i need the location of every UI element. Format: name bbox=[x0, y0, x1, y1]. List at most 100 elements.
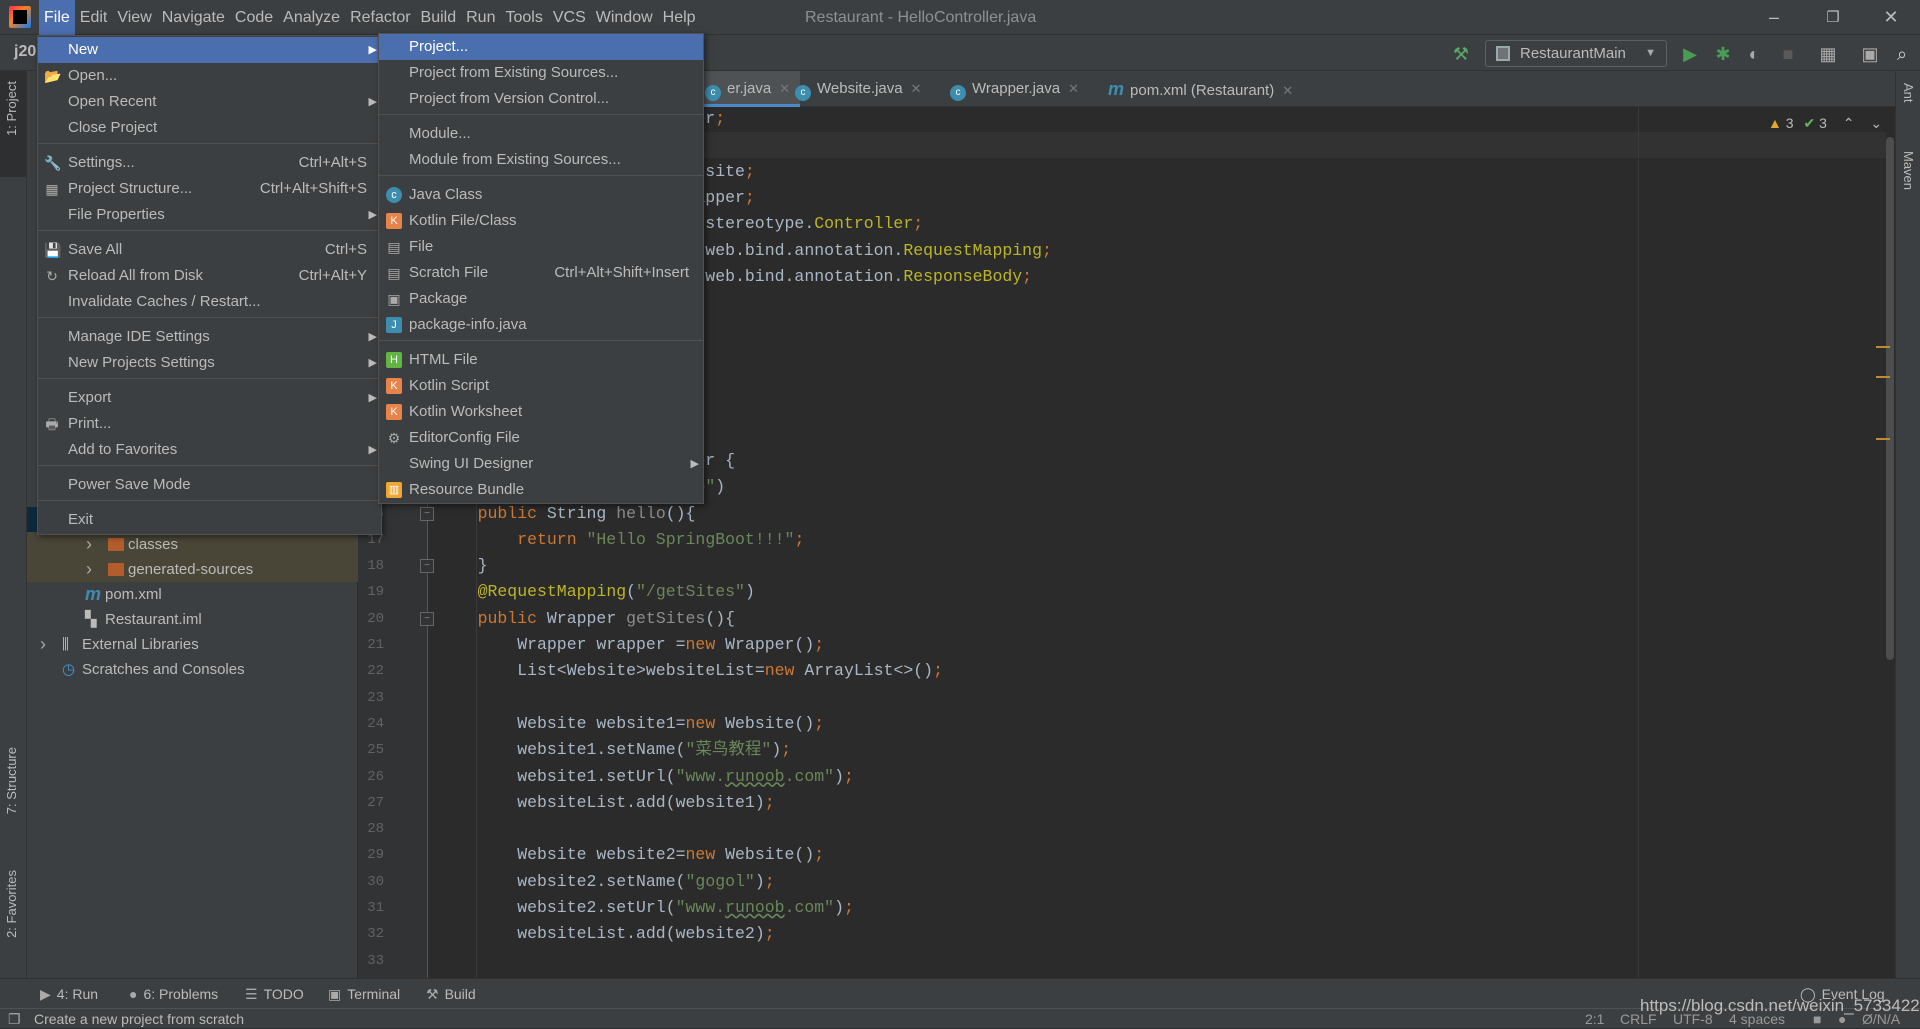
terminal-layout-icon[interactable]: ▣ bbox=[1858, 42, 1882, 66]
fold-close-icon[interactable]: − bbox=[420, 559, 434, 574]
caret-position[interactable]: 2:1 bbox=[1585, 1009, 1604, 1029]
menu-item-new-projects-settings[interactable]: New Projects Settings ▶ bbox=[38, 350, 381, 376]
code-line: web.bind.annotation.RequestMapping; bbox=[705, 238, 1052, 264]
tool-window-todo[interactable]: ☰ TODO bbox=[245, 979, 304, 1009]
menu-item-add-to-favorites[interactable]: Add to Favorites ▶ bbox=[38, 437, 381, 463]
menu-edit[interactable]: Edit bbox=[75, 0, 113, 35]
tree-item[interactable]: › ⫼ External Libraries bbox=[27, 632, 358, 657]
menu-item-scratch-file[interactable]: ▤ Scratch File Ctrl+Alt+Shift+Insert bbox=[379, 260, 703, 286]
tree-item[interactable]: ◷ Scratches and Consoles bbox=[27, 657, 358, 682]
menu-item-invalidate-caches-restart[interactable]: Invalidate Caches / Restart... bbox=[38, 289, 381, 315]
menu-tools[interactable]: Tools bbox=[500, 0, 547, 35]
coverage-icon[interactable]: ◐ bbox=[1742, 42, 1766, 66]
menu-item-project[interactable]: Project... bbox=[379, 34, 703, 60]
minimize-button[interactable]: – bbox=[1751, 0, 1797, 35]
restore-button[interactable]: ❐ bbox=[1810, 0, 1856, 35]
chevron-right-icon[interactable]: › bbox=[86, 532, 92, 557]
menu-code[interactable]: Code bbox=[230, 0, 278, 35]
next-highlight-icon[interactable]: ⌄ bbox=[1870, 115, 1882, 131]
menu-run[interactable]: Run bbox=[461, 0, 500, 35]
tool-window-build[interactable]: ⚒ Build bbox=[426, 979, 476, 1009]
menu-window[interactable]: Window bbox=[591, 0, 658, 35]
menu-view[interactable]: View bbox=[112, 0, 156, 35]
inspection-widget[interactable]: ▲ 3 ✔ 3 ⌃ ⌄ bbox=[1768, 112, 1882, 134]
search-icon[interactable]: ⌕ bbox=[1890, 42, 1914, 66]
menu-item-open[interactable]: 📂 Open... bbox=[38, 63, 381, 89]
chevron-right-icon[interactable]: › bbox=[86, 557, 92, 582]
menu-build[interactable]: Build bbox=[416, 0, 462, 35]
menu-item-project-from-version-control[interactable]: Project from Version Control... bbox=[379, 86, 703, 112]
menu-item-save-all[interactable]: 💾 Save All Ctrl+S bbox=[38, 237, 381, 263]
menu-item-package-info-java[interactable]: Jpackage-info.java bbox=[379, 312, 703, 338]
menu-item-manage-ide-settings[interactable]: Manage IDE Settings ▶ bbox=[38, 324, 381, 350]
project-tool-tab[interactable]: 1: Project bbox=[4, 81, 19, 136]
previous-highlight-icon[interactable]: ⌃ bbox=[1843, 115, 1855, 131]
menu-analyze[interactable]: Analyze bbox=[278, 0, 345, 35]
tree-item[interactable]: › generated-sources bbox=[27, 557, 358, 582]
warning-marker[interactable] bbox=[1876, 376, 1890, 378]
maven-tool-tab[interactable]: Maven bbox=[1901, 151, 1916, 190]
tool-window-terminal[interactable]: ▣ Terminal bbox=[328, 979, 400, 1009]
editor-tab[interactable]: c Wrapper.java ✕ bbox=[940, 71, 1089, 107]
menu-item-close-project[interactable]: Close Project bbox=[38, 115, 381, 141]
run-icon[interactable]: ▶ bbox=[1678, 42, 1702, 66]
menu-item-power-save-mode[interactable]: Power Save Mode bbox=[38, 472, 381, 498]
menu-item-kotlin-script[interactable]: K Kotlin Script bbox=[379, 373, 703, 399]
tool-window-run[interactable]: ▶ 4: Run bbox=[40, 979, 98, 1009]
menu-navigate[interactable]: Navigate bbox=[157, 0, 230, 35]
menu-item-reload-all-from-disk[interactable]: ↻ Reload All from Disk Ctrl+Alt+Y bbox=[38, 263, 381, 289]
breadcrumb[interactable]: j20 bbox=[14, 43, 36, 61]
menu-item-new[interactable]: New ▶ bbox=[38, 37, 381, 63]
tree-item[interactable]: m pom.xml bbox=[27, 582, 358, 607]
structure-tool-tab[interactable]: 7: Structure bbox=[4, 747, 19, 814]
close-tab-icon[interactable]: ✕ bbox=[911, 81, 922, 96]
menu-item-swing-ui-designer[interactable]: Swing UI Designer ▶ bbox=[379, 451, 703, 477]
close-button[interactable]: ✕ bbox=[1868, 0, 1914, 35]
menu-item-package[interactable]: ▣ Package bbox=[379, 286, 703, 312]
hammer-icon[interactable]: ⚒ bbox=[1449, 42, 1473, 66]
editor-tab[interactable]: c Website.java ✕ bbox=[785, 71, 932, 107]
menu-item-exit[interactable]: Exit bbox=[38, 507, 381, 533]
menu-item-module[interactable]: Module... bbox=[379, 121, 703, 147]
menu-item-file-properties[interactable]: File Properties ▶ bbox=[38, 202, 381, 228]
run-configuration-select[interactable]: RestaurantMain ▼ bbox=[1485, 40, 1667, 67]
tree-item[interactable]: › classes bbox=[27, 532, 358, 557]
menu-item-html-file[interactable]: H HTML File bbox=[379, 347, 703, 373]
warning-marker[interactable] bbox=[1876, 346, 1890, 348]
menu-item-project-from-existing-sources[interactable]: Project from Existing Sources... bbox=[379, 60, 703, 86]
menu-item-file[interactable]: ▤ File bbox=[379, 234, 703, 260]
menu-vcs[interactable]: VCS bbox=[548, 0, 591, 35]
menu-item-kotlin-worksheet[interactable]: K Kotlin Worksheet bbox=[379, 399, 703, 425]
menu-item-editorconfig-file[interactable]: ⚙ EditorConfig File bbox=[379, 425, 703, 451]
menu-item-open-recent[interactable]: Open Recent ▶ bbox=[38, 89, 381, 115]
menu-refactor[interactable]: Refactor bbox=[345, 0, 415, 35]
menu-item-export[interactable]: Export ▶ bbox=[38, 385, 381, 411]
debug-icon[interactable]: ✱ bbox=[1711, 42, 1735, 66]
menu-help[interactable]: Help bbox=[658, 0, 701, 35]
menu-item-kotlin-file-class[interactable]: K Kotlin File/Class bbox=[379, 208, 703, 234]
warning-marker[interactable] bbox=[1876, 438, 1890, 440]
menu-item-print[interactable]: 🖶 Print... bbox=[38, 411, 381, 437]
fold-open-icon[interactable]: − bbox=[420, 506, 434, 521]
menu-item-resource-bundle[interactable]: ▥ Resource Bundle bbox=[379, 477, 703, 503]
tool-window-problems[interactable]: ● 6: Problems bbox=[129, 979, 218, 1009]
favorites-tool-tab[interactable]: 2: Favorites bbox=[4, 870, 19, 938]
editor-tab[interactable]: m pom.xml (Restaurant) ✕ bbox=[1098, 71, 1303, 107]
menu-item-module-from-existing-sources[interactable]: Module from Existing Sources... bbox=[379, 147, 703, 173]
chevron-right-icon[interactable]: › bbox=[40, 632, 46, 657]
ant-tool-tab[interactable]: Ant bbox=[1901, 83, 1916, 103]
status-window-icon[interactable]: ❐ bbox=[8, 1009, 21, 1029]
menu-item-project-structure[interactable]: ▦ Project Structure... Ctrl+Alt+Shift+S bbox=[38, 176, 381, 202]
project-structure-icon[interactable]: ▦ bbox=[1816, 42, 1840, 66]
menu-file[interactable]: File bbox=[39, 0, 75, 35]
editor-scrollbar[interactable] bbox=[1886, 137, 1894, 660]
close-tab-icon[interactable]: ✕ bbox=[1282, 83, 1293, 98]
fold-open-icon[interactable]: − bbox=[420, 611, 434, 626]
tree-item[interactable]: ▚ Restaurant.iml bbox=[27, 607, 358, 632]
code-token: Website website2= bbox=[517, 845, 686, 865]
menu-item-java-class[interactable]: c Java Class bbox=[379, 182, 703, 208]
close-tab-icon[interactable]: ✕ bbox=[1068, 81, 1079, 96]
menu-item-settings[interactable]: 🔧 Settings... Ctrl+Alt+S bbox=[38, 150, 381, 176]
stop-icon[interactable]: ■ bbox=[1776, 42, 1800, 66]
code-token: ; bbox=[764, 924, 775, 944]
